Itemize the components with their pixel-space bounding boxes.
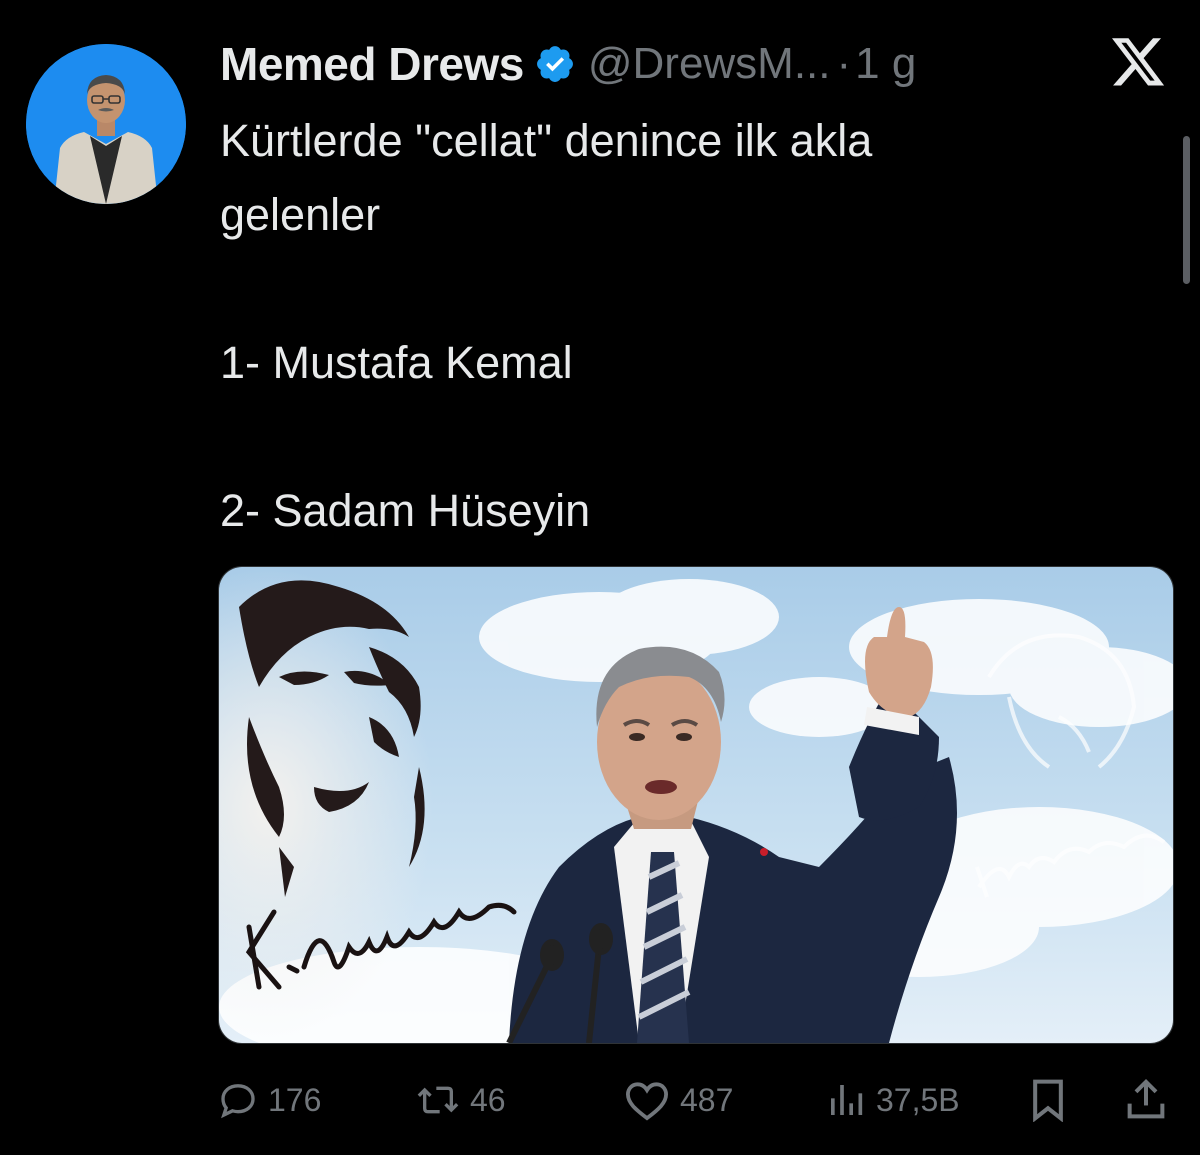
tweet-action-bar: 176 46 487 37,5B — [218, 1070, 1172, 1130]
tweet-text-line-4: 2- Sadam Hüseyin — [220, 485, 591, 536]
verified-badge-icon — [534, 43, 576, 85]
like-button[interactable]: 487 — [624, 1070, 733, 1130]
bookmark-icon — [1033, 1079, 1063, 1122]
avatar[interactable] — [26, 44, 186, 204]
avatar-photo — [26, 44, 186, 204]
like-count: 487 — [680, 1081, 734, 1118]
views-count: 37,5B — [876, 1081, 960, 1118]
reply-icon — [221, 1084, 255, 1119]
tweet-text-line-2: gelenler — [220, 189, 381, 240]
separator-dot: · — [836, 39, 852, 88]
bookmark-button[interactable] — [1028, 1070, 1068, 1130]
reply-count: 176 — [268, 1081, 322, 1118]
tweet-text-line-1: Kürtlerde "cellat" denince ilk akla — [220, 115, 873, 166]
tweet-media-image[interactable] — [218, 566, 1174, 1044]
scrollbar[interactable] — [1183, 136, 1190, 284]
tweet-text-line-3: 1- Mustafa Kemal — [220, 337, 573, 388]
x-logo-icon — [1112, 38, 1166, 88]
user-handle[interactable]: @DrewsM... — [588, 39, 831, 89]
share-button[interactable] — [1126, 1070, 1166, 1130]
views-button[interactable]: 37,5B — [826, 1070, 960, 1130]
display-name[interactable]: Memed Drews — [220, 37, 524, 91]
views-icon — [831, 1085, 863, 1115]
heart-icon — [625, 1082, 669, 1121]
retweet-icon — [417, 1086, 459, 1114]
tweet-time[interactable]: 1 g — [855, 39, 916, 89]
share-icon — [1127, 1078, 1165, 1119]
tweet-text: Kürtlerde "cellat" denince ilk akla gele… — [220, 104, 1120, 548]
tweet-header: Memed Drews @DrewsM... · 1 g — [220, 36, 916, 92]
retweet-button[interactable]: 46 — [416, 1070, 506, 1130]
reply-button[interactable]: 176 — [218, 1070, 321, 1130]
retweet-count: 46 — [470, 1081, 506, 1118]
